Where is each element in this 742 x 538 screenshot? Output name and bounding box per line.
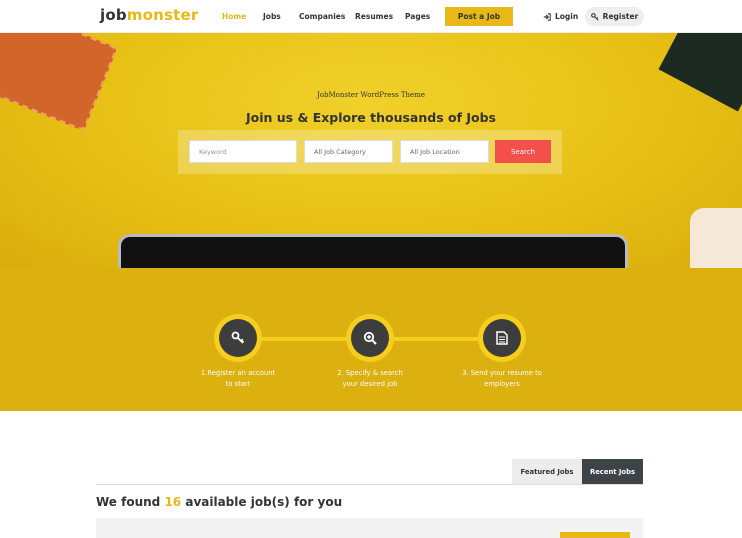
book-image xyxy=(658,33,742,112)
key-icon xyxy=(590,12,599,21)
site-logo[interactable]: jobmonster xyxy=(100,6,198,24)
job-location-select[interactable]: All Job Location xyxy=(400,140,489,163)
found-suffix: available job(s) for you xyxy=(185,495,343,509)
tab-featured-jobs[interactable]: Featured Jobs xyxy=(512,459,582,484)
tabs-divider xyxy=(96,484,643,485)
jobs-found-heading: We found 16 available job(s) for you xyxy=(96,495,342,509)
laptop-image xyxy=(118,234,628,268)
job-listing-card[interactable] xyxy=(96,518,643,538)
step-1-label: 1.Register an account to start xyxy=(183,368,293,390)
nav-resumes[interactable]: Resumes xyxy=(355,12,393,21)
step-2-line2: your desired job xyxy=(342,380,398,388)
nav-jobs[interactable]: Jobs xyxy=(263,12,281,21)
keyword-input[interactable]: Keyword xyxy=(189,140,297,163)
found-prefix: We found xyxy=(96,495,161,509)
hero-tagline: JobMonster WordPress Theme xyxy=(317,91,425,99)
step-1 xyxy=(214,314,262,362)
tab-recent-jobs[interactable]: Recent Jobs xyxy=(582,459,643,484)
how-it-works: 1.Register an account to start 2. Specif… xyxy=(0,268,742,411)
logo-text-job: job xyxy=(100,6,127,24)
cup-image xyxy=(690,208,742,268)
site-header: jobmonster Home Jobs Companies Resumes P… xyxy=(0,0,742,33)
step-1-line2: to start xyxy=(225,380,251,388)
register-label: Register xyxy=(602,12,639,21)
document-icon xyxy=(496,331,508,345)
register-button[interactable]: Register xyxy=(585,7,644,26)
logo-text-monster: monster xyxy=(126,6,199,24)
step-1-line1: 1.Register an account xyxy=(200,369,276,377)
search-button[interactable]: Search xyxy=(495,140,551,163)
search-plus-icon xyxy=(363,331,377,345)
hero-title: Join us & Explore thousands of Jobs xyxy=(245,110,496,125)
job-search-form: Keyword All Job Category All Job Locatio… xyxy=(178,130,562,174)
nav-companies[interactable]: Companies xyxy=(299,12,345,21)
hero-section: JobMonster WordPress Theme Join us & Exp… xyxy=(0,33,742,268)
job-type-badge xyxy=(560,532,630,538)
step-3-line1: 3. Send your resume to xyxy=(462,369,542,377)
step-3-label: 3. Send your resume to employers xyxy=(447,368,557,390)
nav-pages[interactable]: Pages xyxy=(405,12,430,21)
step-2 xyxy=(346,314,394,362)
job-category-select[interactable]: All Job Category xyxy=(304,140,393,163)
post-job-button[interactable]: Post a Job xyxy=(445,7,513,26)
login-icon xyxy=(543,12,551,21)
login-label: Login xyxy=(555,12,579,21)
step-3-line2: employers xyxy=(484,380,520,388)
nav-home[interactable]: Home xyxy=(222,12,246,21)
login-link[interactable]: Login xyxy=(543,12,578,21)
step-3 xyxy=(478,314,526,362)
step-2-label: 2. Specify & search your desired job xyxy=(315,368,425,390)
step-2-line1: 2. Specify & search xyxy=(337,369,403,377)
key-icon xyxy=(231,331,245,344)
job-tabs: Featured Jobs Recent Jobs xyxy=(512,459,643,484)
found-count: 16 xyxy=(164,495,182,509)
